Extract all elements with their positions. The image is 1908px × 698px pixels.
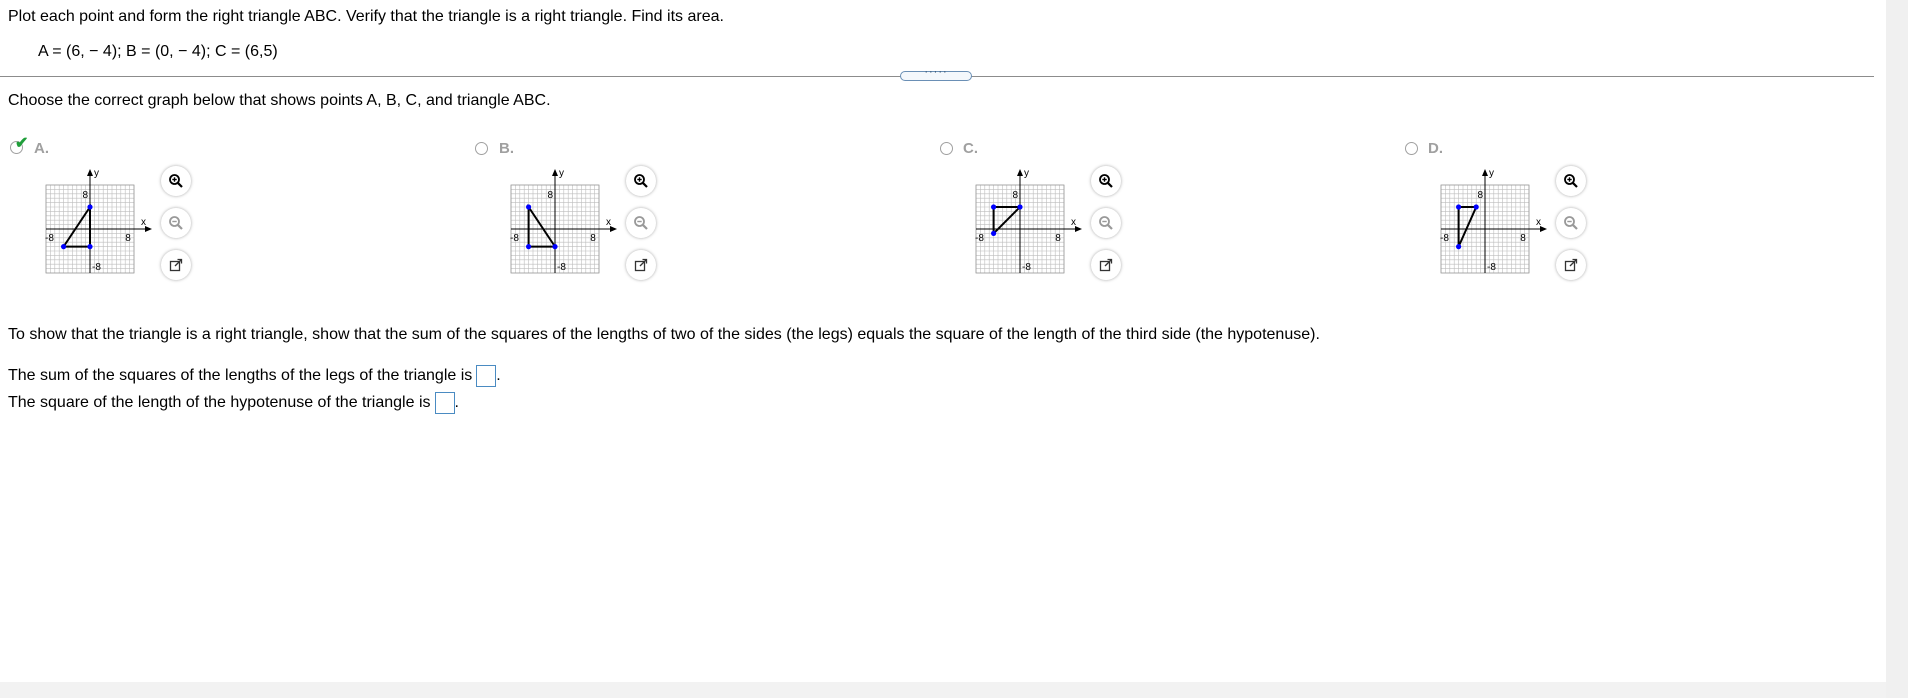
y-tick-pos-label: 8 (82, 190, 88, 201)
zoom-out-icon (1098, 215, 1114, 231)
y-tick-pos-label: 8 (1477, 190, 1483, 201)
option-b-popout-button[interactable] (626, 250, 656, 280)
zoom-in-icon (1098, 173, 1114, 189)
vertical-scrollbar[interactable] (1886, 0, 1908, 698)
right-triangle-explanation: To show that the triangle is a right tri… (8, 326, 1320, 343)
legs-period: . (496, 367, 501, 385)
zoom-in-icon (1563, 173, 1579, 189)
hypotenuse-square-answer-box[interactable] (434, 392, 455, 414)
triangle-vertex (61, 244, 67, 250)
y-axis-label: y (1489, 168, 1494, 179)
zoom-in-icon (633, 173, 649, 189)
triangle-vertex (1456, 204, 1462, 210)
option-b-zoom-in-button[interactable] (626, 166, 656, 196)
x-axis-arrow (1540, 226, 1547, 232)
zoom-out-icon (168, 215, 184, 231)
zoom-out-icon (1563, 215, 1579, 231)
y-tick-neg-label: -8 (557, 262, 566, 273)
splitter-dots: ····· (924, 66, 948, 78)
option-d-zoom-out-button[interactable] (1556, 208, 1586, 238)
popout-icon (1564, 258, 1578, 272)
option-c-popout-button[interactable] (1091, 250, 1121, 280)
option-a-label[interactable]: A. (34, 140, 49, 157)
problem-instruction: Plot each point and form the right trian… (8, 8, 724, 25)
option-b-radio[interactable] (475, 142, 488, 155)
legs-sum-line: The sum of the squares of the lengths of… (8, 365, 501, 387)
option-a-zoom-in-button[interactable] (161, 166, 191, 196)
y-tick-pos-label: 8 (1012, 190, 1018, 201)
x-axis-label: x (606, 217, 611, 228)
x-tick-neg-label: -8 (45, 233, 54, 244)
option-c-zoom-out-button[interactable] (1091, 208, 1121, 238)
x-axis-arrow (610, 226, 617, 232)
option-c-label[interactable]: C. (963, 140, 978, 157)
x-axis-arrow (145, 226, 152, 232)
x-tick-pos-label: 8 (590, 233, 596, 244)
hypotenuse-square-line: The square of the length of the hypotenu… (8, 392, 459, 414)
option-c-radio[interactable] (940, 142, 953, 155)
triangle-vertex (1017, 204, 1023, 210)
popout-icon (169, 258, 183, 272)
x-tick-neg-label: -8 (510, 233, 519, 244)
x-axis-label: x (1536, 217, 1541, 228)
x-axis-label: x (141, 217, 146, 228)
hypotenuse-square-label: The square of the length of the hypotenu… (8, 394, 431, 412)
triangle-vertex (87, 244, 93, 250)
triangle-vertex (526, 204, 532, 210)
y-tick-neg-label: -8 (1487, 262, 1496, 273)
option-d-radio[interactable] (1405, 142, 1418, 155)
y-axis-arrow (87, 169, 93, 176)
x-tick-pos-label: 8 (1520, 233, 1526, 244)
y-axis-label: y (559, 168, 564, 179)
y-tick-neg-label: -8 (92, 262, 101, 273)
legs-sum-answer-box[interactable] (476, 365, 497, 387)
x-tick-pos-label: 8 (1055, 233, 1061, 244)
x-tick-pos-label: 8 (125, 233, 131, 244)
checkmark-icon: ✔ (15, 135, 29, 152)
legs-sum-label: The sum of the squares of the lengths of… (8, 367, 473, 385)
option-d-popout-button[interactable] (1556, 250, 1586, 280)
popout-icon (1099, 258, 1113, 272)
points-list: A = (6, − 4); B = (0, − 4); C = (6,5) (38, 43, 278, 60)
triangle-vertex (991, 204, 997, 210)
option-c-zoom-in-button[interactable] (1091, 166, 1121, 196)
splitter-handle[interactable]: ····· (900, 66, 972, 81)
choose-prompt: Choose the correct graph below that show… (8, 92, 551, 109)
zoom-out-icon (633, 215, 649, 231)
y-tick-neg-label: -8 (1022, 262, 1031, 273)
hyp-period: . (454, 394, 459, 412)
y-axis-label: y (1024, 168, 1029, 179)
option-a-zoom-out-button[interactable] (161, 208, 191, 238)
option-d-label: D. (1428, 140, 1443, 157)
triangle-vertex (1456, 244, 1462, 250)
popout-icon (634, 258, 648, 272)
y-axis-arrow (1017, 169, 1023, 176)
option-b-label[interactable]: B. (499, 140, 514, 157)
triangle-vertex (552, 244, 558, 250)
option-d-zoom-in-button[interactable] (1556, 166, 1586, 196)
x-tick-neg-label: -8 (1440, 233, 1449, 244)
y-axis-arrow (1482, 169, 1488, 176)
triangle-vertex (1473, 204, 1479, 210)
x-axis-label: x (1071, 217, 1076, 228)
y-axis-label: y (94, 168, 99, 179)
triangle-vertex (87, 204, 93, 210)
y-axis-arrow (552, 169, 558, 176)
bottom-bar (0, 682, 1886, 698)
x-axis-arrow (1075, 226, 1082, 232)
x-tick-neg-label: -8 (975, 233, 984, 244)
triangle-vertex (526, 244, 532, 250)
option-a-popout-button[interactable] (161, 250, 191, 280)
zoom-in-icon (168, 173, 184, 189)
option-b-zoom-out-button[interactable] (626, 208, 656, 238)
triangle-vertex (991, 230, 997, 236)
y-tick-pos-label: 8 (547, 190, 553, 201)
